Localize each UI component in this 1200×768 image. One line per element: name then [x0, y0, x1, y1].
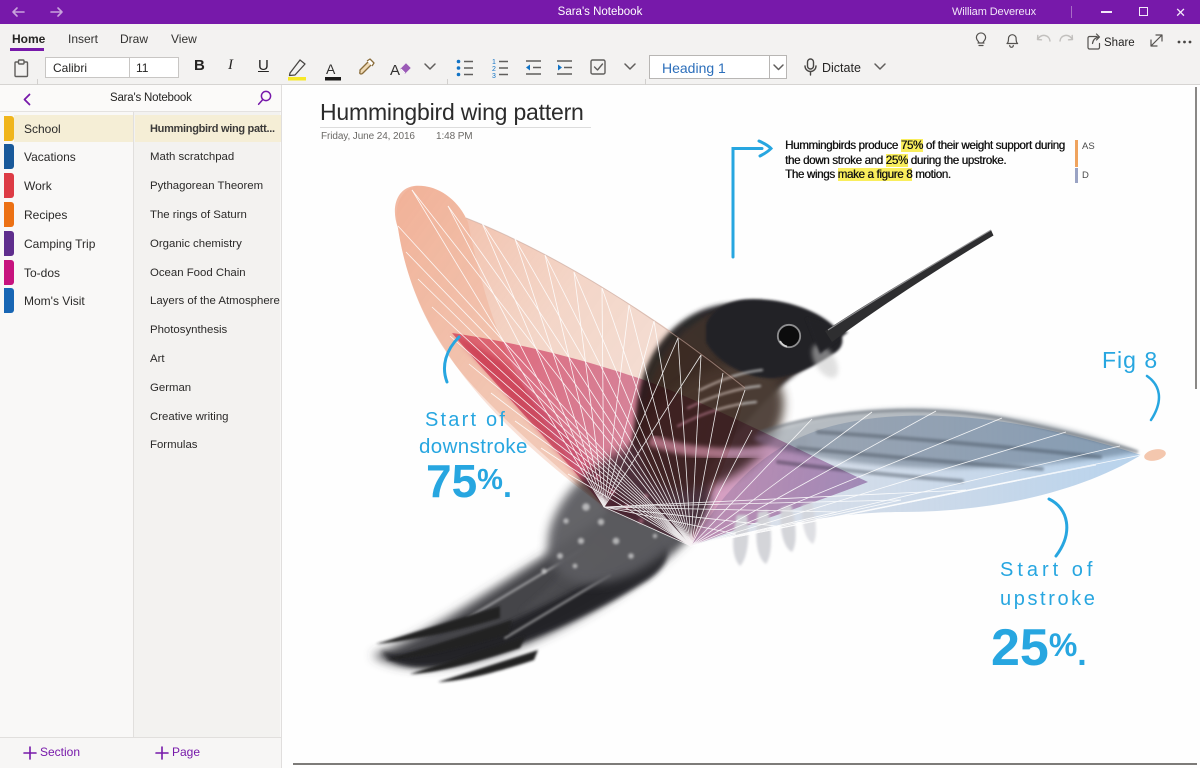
svg-text:A: A [326, 61, 336, 77]
svg-text:3: 3 [492, 73, 496, 80]
svg-text:Share: Share [1104, 37, 1135, 49]
svg-text:A: A [390, 62, 400, 79]
svg-text:2: 2 [492, 66, 496, 73]
svg-text:1: 1 [492, 59, 496, 66]
